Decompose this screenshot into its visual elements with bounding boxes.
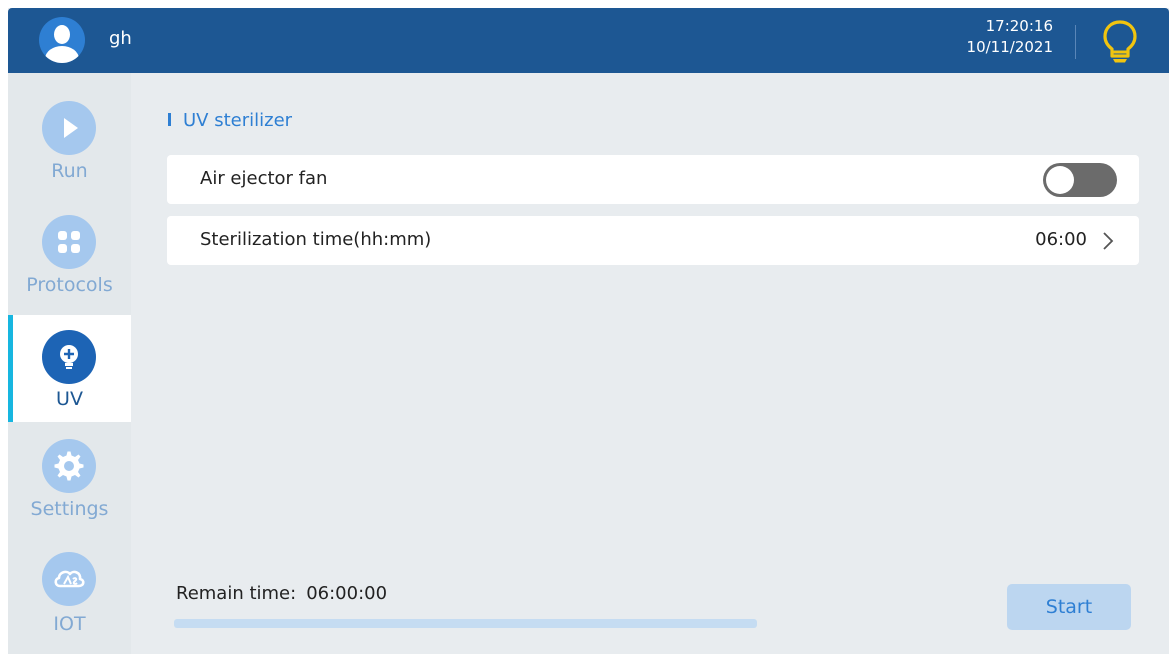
section-title: UV sterilizer xyxy=(168,110,292,131)
sterilization-time-value: 06:00 xyxy=(1035,229,1087,250)
clock-date: 10/11/2021 xyxy=(966,38,1053,56)
remain-time-value: 06:00:00 xyxy=(306,583,388,604)
start-button[interactable]: Start xyxy=(1007,584,1131,630)
top-bar: gh 17:20:16 10/11/2021 xyxy=(8,8,1169,73)
header-divider xyxy=(1075,25,1076,59)
sidebar-item-label: Settings xyxy=(30,498,109,520)
sidebar-item-iot[interactable]: IOT xyxy=(8,541,131,648)
air-ejector-fan-label: Air ejector fan xyxy=(200,168,328,189)
lightbulb-icon[interactable] xyxy=(1102,19,1138,64)
remain-progress-bar xyxy=(174,619,757,628)
sidebar-item-protocols[interactable]: Protocols xyxy=(8,187,131,296)
clock: 17:20:16 10/11/2021 xyxy=(908,16,1053,58)
sidebar-item-label: UV xyxy=(56,388,83,410)
remain-time-label: Remain time: xyxy=(176,583,297,604)
sterilization-time-row[interactable]: Sterilization time(hh:mm) 06:00 xyxy=(167,216,1139,265)
toggle-knob xyxy=(1046,166,1074,194)
clock-time: 17:20:16 xyxy=(985,17,1053,35)
username: gh xyxy=(109,28,132,49)
section-title-text: UV sterilizer xyxy=(183,110,293,131)
air-ejector-fan-toggle[interactable] xyxy=(1043,163,1117,197)
air-ejector-fan-row: Air ejector fan xyxy=(167,155,1139,204)
app-screen: gh 17:20:16 10/11/2021 Run Protocols UV … xyxy=(8,8,1169,654)
sidebar-item-label: Protocols xyxy=(26,274,113,296)
gear-icon xyxy=(42,439,96,493)
cloud-iot-icon xyxy=(42,552,96,606)
sidebar-item-settings[interactable]: Settings xyxy=(8,428,131,535)
grid-icon xyxy=(42,215,96,269)
chevron-right-icon xyxy=(1103,232,1114,250)
sidebar: Run Protocols UV Settings IOT xyxy=(8,73,131,654)
remain-time: Remain time: 06:00:00 xyxy=(176,583,387,604)
play-icon xyxy=(42,101,96,155)
uv-bulb-icon xyxy=(42,330,96,384)
user-avatar-icon[interactable] xyxy=(39,17,85,63)
sidebar-item-uv[interactable]: UV xyxy=(8,315,131,422)
sidebar-item-run[interactable]: Run xyxy=(8,73,131,182)
sidebar-item-label: IOT xyxy=(53,613,86,635)
sidebar-item-label: Run xyxy=(51,160,88,182)
sterilization-time-label: Sterilization time(hh:mm) xyxy=(200,229,432,250)
